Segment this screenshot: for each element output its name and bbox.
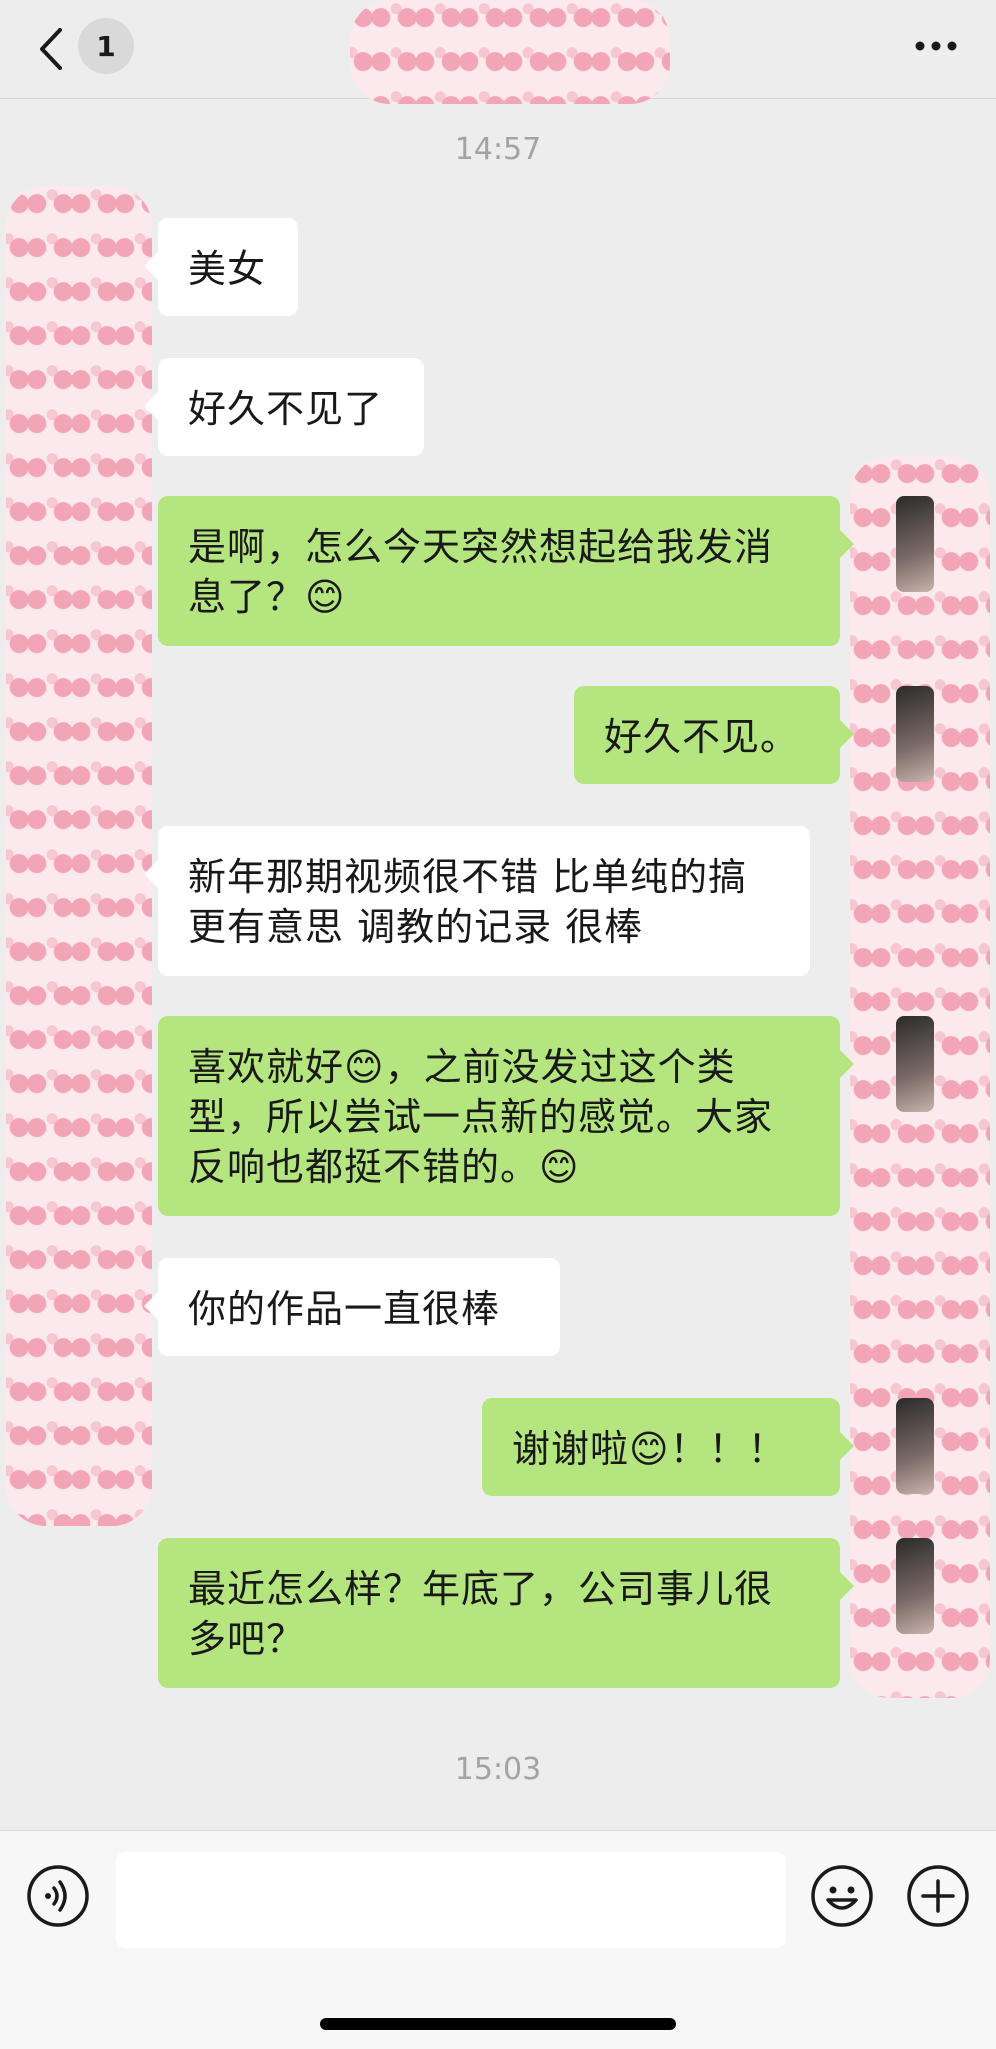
user-avatar[interactable]	[896, 686, 934, 782]
timestamp: 15:03	[454, 1752, 542, 1787]
outgoing-message[interactable]: 最近怎么样？年底了，公司事儿很多吧？	[158, 1538, 854, 1688]
message-text: 新年那期视频很不错 比单纯的搞更有意思 调教的记录 很棒	[188, 855, 748, 949]
user-avatar[interactable]	[896, 1398, 934, 1494]
message-text: 好久不见。	[604, 715, 800, 759]
voice-icon[interactable]	[26, 1864, 90, 1928]
outgoing-message[interactable]: 好久不见。	[574, 686, 854, 784]
plus-icon[interactable]	[906, 1864, 970, 1928]
message-text: 最近怎么样？年底了，公司事儿很多吧？	[188, 1567, 774, 1661]
chevron-left-icon[interactable]	[36, 26, 66, 72]
timestamp: 14:57	[454, 132, 542, 167]
message-input[interactable]	[116, 1852, 786, 1948]
smile-emoji-icon: 😊	[629, 1427, 670, 1471]
smile-emoji-icon: 😊	[305, 575, 346, 619]
smile-emoji-icon: 😊	[344, 1045, 385, 1089]
user-avatar[interactable]	[896, 496, 934, 592]
message-text: 谢谢啦	[512, 1427, 630, 1471]
unread-count-badge[interactable]: 1	[78, 18, 134, 74]
contact-name-mask	[350, 0, 670, 104]
incoming-message[interactable]: 新年那期视频很不错 比单纯的搞更有意思 调教的记录 很棒	[144, 826, 810, 976]
incoming-message[interactable]: 美女	[144, 218, 298, 316]
message-text: 美女	[188, 247, 267, 291]
message-text: 喜欢就好	[188, 1045, 345, 1089]
left-avatar-mask	[6, 186, 152, 1526]
smile-emoji-icon: 😊	[539, 1145, 580, 1189]
outgoing-message[interactable]: 谢谢啦😊！！！	[482, 1398, 854, 1496]
smiley-icon[interactable]	[810, 1864, 874, 1928]
home-indicator[interactable]	[320, 2018, 676, 2030]
message-text: 好久不见了	[188, 387, 384, 431]
incoming-message[interactable]: 你的作品一直很棒	[144, 1258, 560, 1356]
user-avatar[interactable]	[896, 1538, 934, 1634]
message-text: 是啊，怎么今天突然想起给我发消息了？	[188, 525, 774, 619]
outgoing-message[interactable]: 喜欢就好😊，之前没发过这个类型，所以尝试一点新的感觉。大家反响也都挺不错的。😊	[158, 1016, 854, 1216]
ellipsis-icon[interactable]	[912, 34, 960, 58]
outgoing-message[interactable]: 是啊，怎么今天突然想起给我发消息了？😊	[158, 496, 854, 646]
message-text: 你的作品一直很棒	[188, 1287, 501, 1331]
message-text: ！！！	[669, 1427, 787, 1471]
user-avatar[interactable]	[896, 1016, 934, 1112]
incoming-message[interactable]: 好久不见了	[144, 358, 424, 456]
